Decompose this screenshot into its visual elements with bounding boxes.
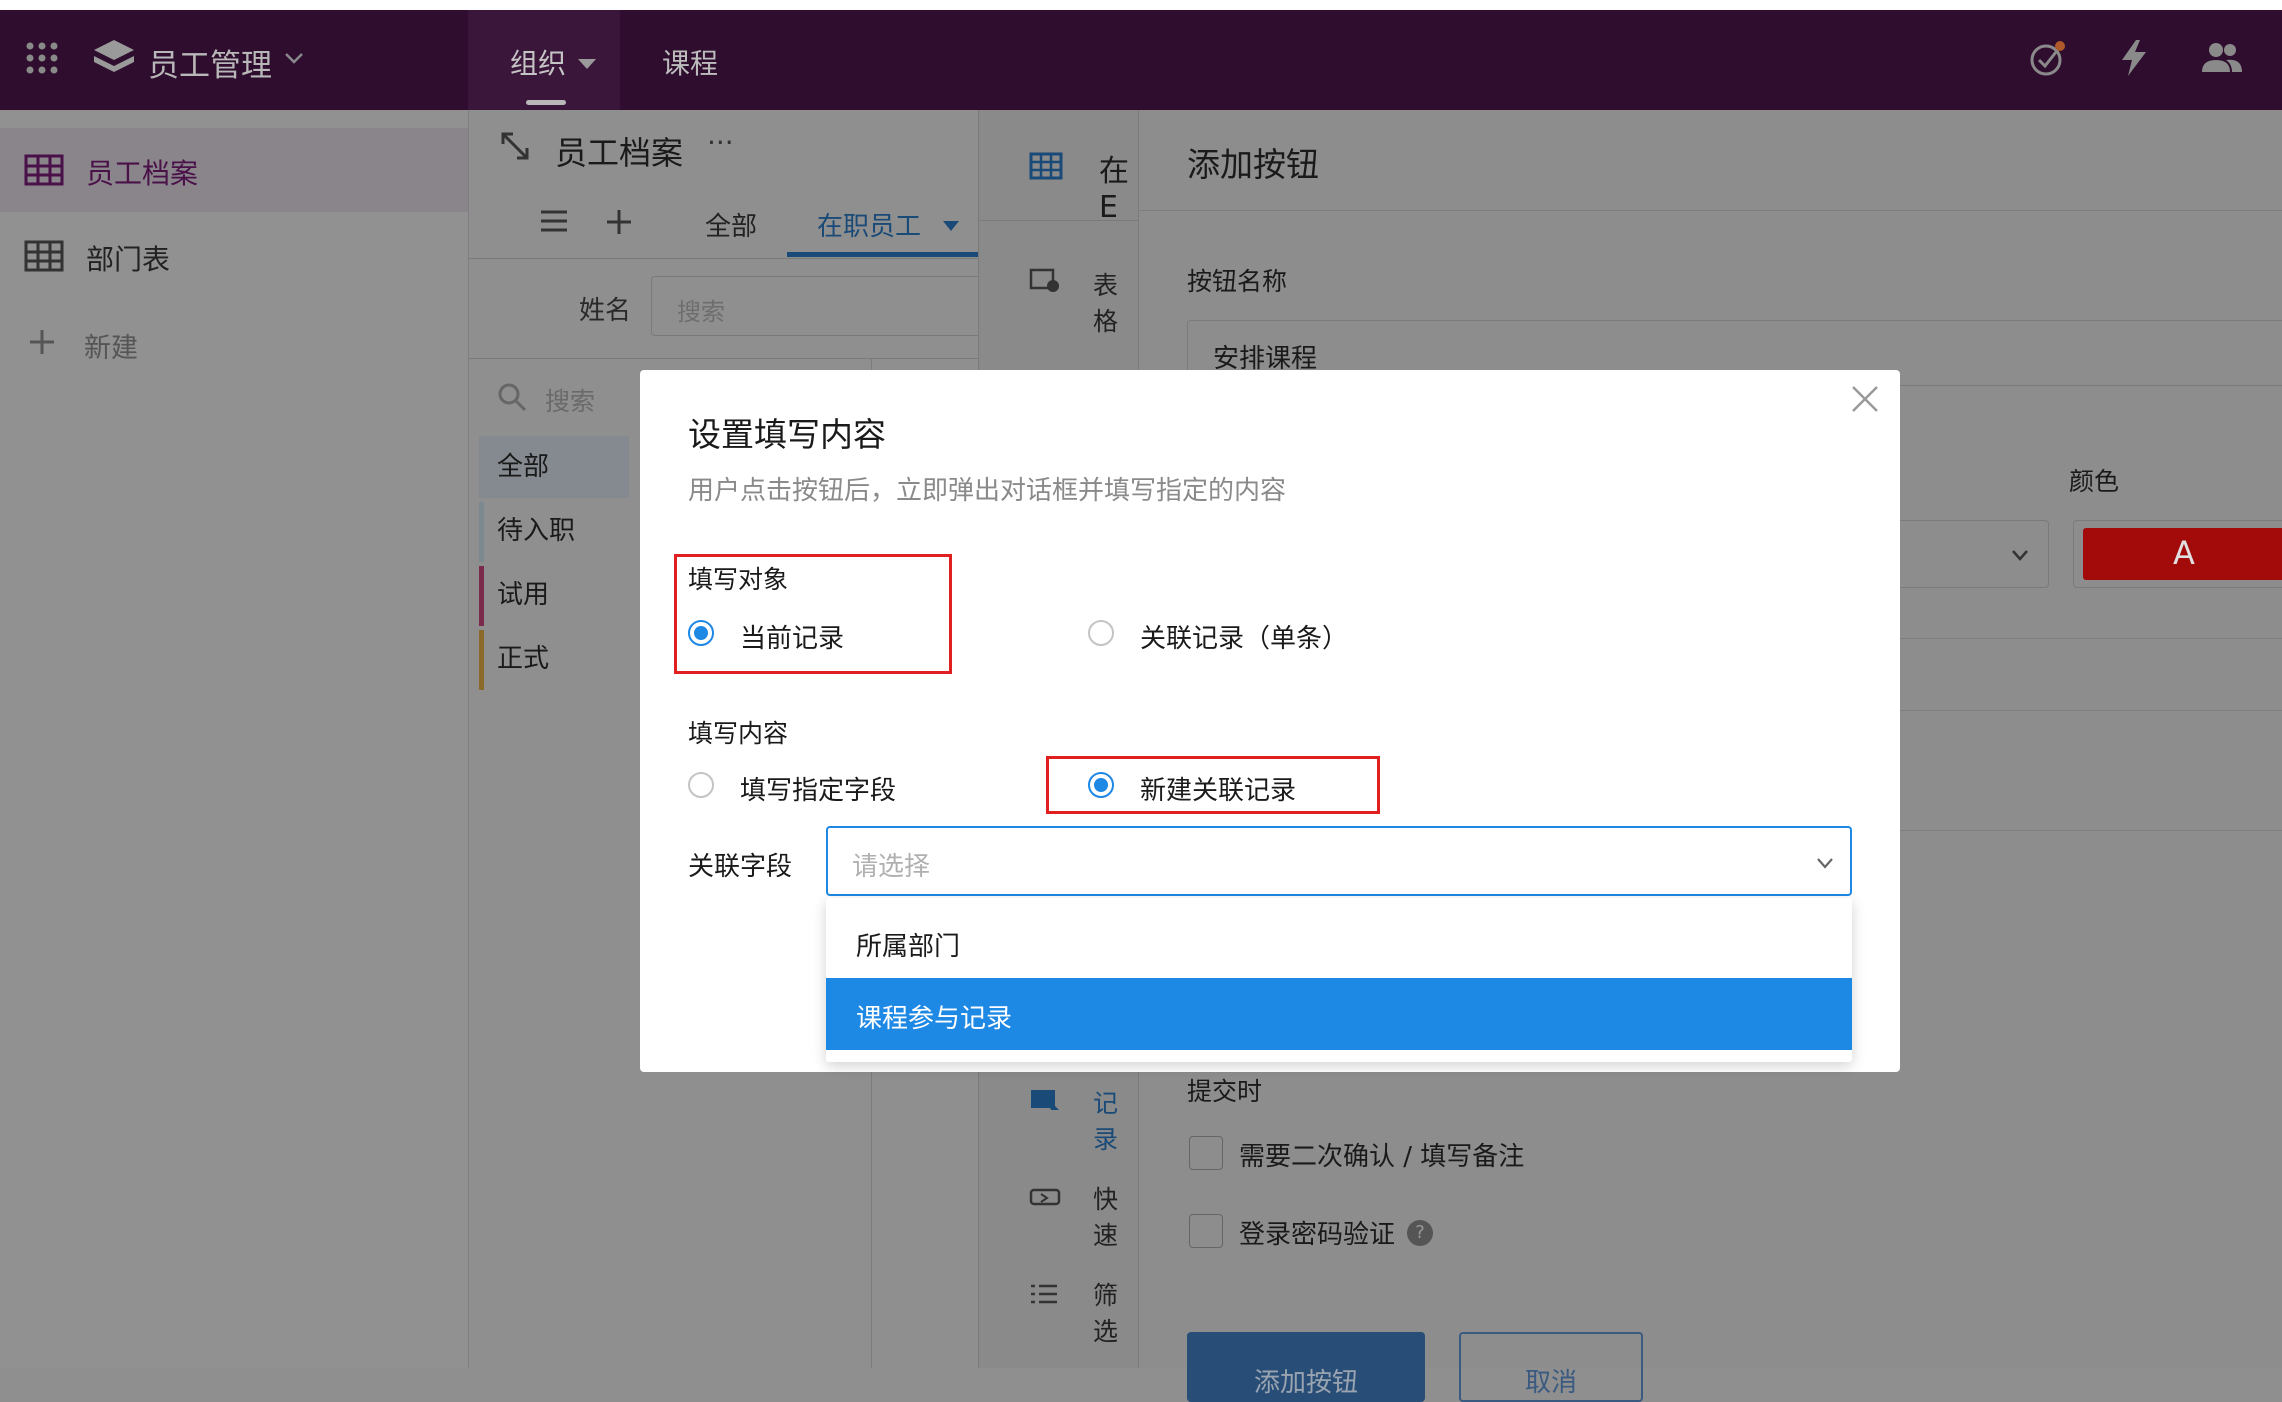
group-search-placeholder[interactable]: 搜索 <box>545 382 595 418</box>
content-field-radio[interactable] <box>688 772 714 798</box>
password-checkbox[interactable] <box>1189 1214 1223 1248</box>
tab-underline <box>526 100 566 105</box>
target-related-label[interactable]: 关联记录（单条） <box>1140 618 1348 655</box>
color-swatch-letter: A <box>2173 534 2195 572</box>
table-icon <box>1029 152 1063 180</box>
view-tab-active[interactable]: 在职员工 <box>817 206 921 243</box>
filter-placeholder: 搜索 <box>677 298 725 326</box>
group-bar-pending <box>479 502 484 562</box>
related-field-label: 关联字段 <box>688 852 793 882</box>
tab-org[interactable]: 组织 <box>510 42 566 82</box>
chevron-down-icon[interactable] <box>2011 546 2029 561</box>
tab-org-chevron-icon[interactable] <box>578 54 596 69</box>
group-item-pending[interactable]: 待入职 <box>497 510 575 547</box>
search-icon[interactable] <box>497 382 527 412</box>
panel-header-divider <box>1139 210 2282 211</box>
submit-section-label: 提交时 <box>1187 1077 1263 1106</box>
panel3-item-quick[interactable]: 快速 <box>1093 1180 1139 1252</box>
table-icon <box>24 240 64 272</box>
card-icon <box>1029 266 1061 294</box>
sidebar-new[interactable]: 新建 <box>84 326 138 365</box>
members-icon[interactable] <box>2200 40 2244 76</box>
quick-icon <box>1029 1186 1061 1210</box>
target-related-radio[interactable] <box>1088 620 1114 646</box>
target-current-radio[interactable] <box>688 620 714 646</box>
dropdown-option[interactable]: 所属部门 <box>856 926 960 963</box>
view-tab-underline <box>787 252 979 257</box>
close-icon[interactable] <box>1850 384 1880 414</box>
group-item-formal[interactable]: 正式 <box>497 638 549 675</box>
sidebar-item-employee-bg <box>0 128 468 212</box>
group-item-all[interactable]: 全部 <box>497 446 549 483</box>
panel3-item-table[interactable]: 表格 <box>1093 266 1139 338</box>
sidebar: 员工档案 部门表 新建 <box>0 110 468 1368</box>
chevron-down-icon[interactable] <box>284 50 304 64</box>
content-field-label[interactable]: 填写指定字段 <box>740 770 896 807</box>
panel-title: 添加按钮 <box>1187 145 1319 184</box>
group-bar-trial <box>479 566 484 626</box>
top-strip <box>0 0 2282 10</box>
confirm-checkbox-label: 需要二次确认 / 填写备注 <box>1239 1142 1525 1172</box>
sidebar-item-employee[interactable]: 员工档案 <box>86 152 198 192</box>
expand-icon[interactable] <box>499 130 531 162</box>
chevron-down-icon[interactable] <box>1816 854 1834 869</box>
target-label: 填写对象 <box>688 565 789 594</box>
record-icon <box>1029 1086 1061 1114</box>
panel3-title: 在E <box>1099 154 1129 225</box>
dropdown-option-label[interactable]: 课程参与记录 <box>856 998 1012 1035</box>
related-field-select[interactable] <box>826 826 1852 896</box>
tab-course[interactable]: 课程 <box>662 42 718 82</box>
plus-icon[interactable] <box>28 328 56 356</box>
group-item-trial[interactable]: 试用 <box>497 574 549 611</box>
sidebar-item-department[interactable]: 部门表 <box>86 238 170 278</box>
dialog-title: 设置填写内容 <box>688 415 886 454</box>
filter-divider <box>469 358 979 359</box>
group-bar-formal <box>479 630 484 690</box>
app-header: 员工管理 组织 课程 <box>0 10 2282 110</box>
add-view-icon[interactable] <box>605 208 633 236</box>
more-icon[interactable]: ··· <box>707 126 734 159</box>
related-field-placeholder: 请选择 <box>852 852 931 882</box>
header-divider <box>469 258 979 259</box>
task-check-icon[interactable] <box>2028 38 2068 78</box>
filter-label: 姓名 <box>579 296 632 326</box>
content-new-related-radio[interactable] <box>1088 772 1114 798</box>
button-name-label: 按钮名称 <box>1187 267 1288 296</box>
table-icon <box>24 154 64 186</box>
content-label: 填写内容 <box>688 719 789 748</box>
color-label: 颜色 <box>2069 467 2120 496</box>
apps-grid-icon[interactable] <box>22 38 62 78</box>
dialog-subtitle: 用户点击按钮后，立即弹出对话框并填写指定的内容 <box>688 476 1287 506</box>
filter-list-icon <box>1029 1282 1059 1306</box>
add-button[interactable]: 添加按钮 <box>1187 1332 1425 1402</box>
cancel-button[interactable]: 取消 <box>1459 1332 1643 1402</box>
password-checkbox-label: 登录密码验证 <box>1239 1220 1396 1250</box>
view-tab-all[interactable]: 全部 <box>705 206 757 243</box>
app-logo-icon <box>92 38 136 78</box>
lightning-icon[interactable] <box>2116 38 2152 78</box>
target-current-label[interactable]: 当前记录 <box>740 618 844 655</box>
page-title: 员工档案 <box>555 134 684 172</box>
app-name[interactable]: 员工管理 <box>148 40 272 85</box>
panel3-item-filter[interactable]: 筛选 <box>1093 1276 1139 1348</box>
confirm-checkbox[interactable] <box>1189 1136 1223 1170</box>
panel3-item-record[interactable]: 记录 <box>1093 1084 1139 1156</box>
view-tab-chevron-icon[interactable] <box>943 216 959 231</box>
help-icon[interactable]: ? <box>1407 1220 1433 1246</box>
list-icon[interactable] <box>539 208 569 234</box>
content-new-related-label[interactable]: 新建关联记录 <box>1140 770 1296 807</box>
related-field-dropdown: 所属部门 课程参与记录 <box>826 898 1852 1062</box>
